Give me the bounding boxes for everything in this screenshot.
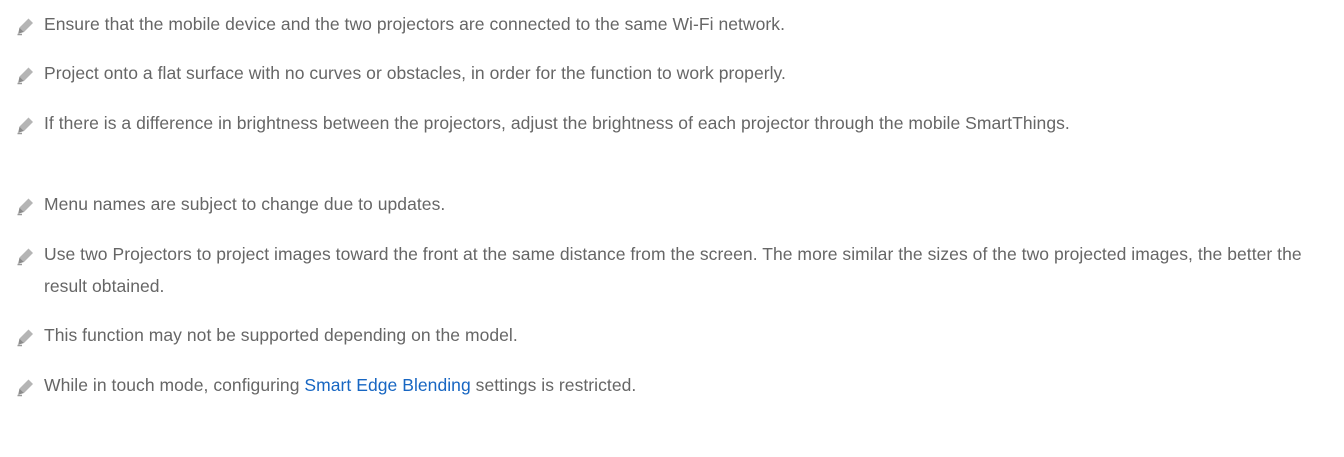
note-text: While in touch mode, configuring Smart E…	[44, 369, 1336, 401]
note-text-before: While in touch mode, configuring	[44, 375, 305, 395]
smart-edge-blending-link[interactable]: Smart Edge Blending	[304, 375, 470, 395]
note-text: Project onto a flat surface with no curv…	[44, 63, 786, 83]
pencil-icon	[17, 18, 33, 36]
pencil-icon	[17, 248, 33, 266]
pencil-icon	[17, 67, 33, 85]
note-text: This function may not be supported depen…	[44, 325, 518, 345]
pencil-icon	[17, 198, 33, 216]
note-text-after: settings is restricted.	[470, 375, 637, 395]
note-text: Menu names are subject to change due to …	[44, 194, 446, 214]
note-text: Ensure that the mobile device and the tw…	[44, 14, 785, 34]
pencil-icon	[17, 379, 33, 397]
note-text: Use two Projectors to project images tow…	[44, 244, 1302, 296]
note-text: If there is a difference in brightness b…	[44, 113, 1070, 133]
pencil-icon	[17, 329, 33, 347]
pencil-icon	[17, 117, 33, 135]
